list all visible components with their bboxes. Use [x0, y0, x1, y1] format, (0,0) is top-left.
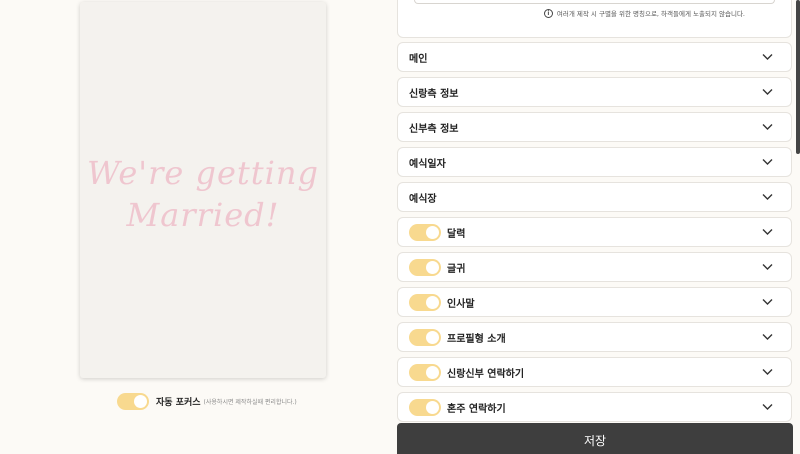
section-item[interactable]: 예식장: [397, 182, 792, 212]
section-toggle[interactable]: [409, 328, 441, 346]
section-label: 혼주 연락하기: [447, 403, 506, 415]
chevron-down-icon[interactable]: [762, 53, 773, 61]
section-item[interactable]: 메인: [397, 42, 792, 72]
info-icon: i: [543, 8, 553, 18]
section-item[interactable]: 신랑신부 연락하기: [397, 357, 792, 387]
section-label: 달력: [447, 228, 466, 240]
save-button[interactable]: 저장: [397, 423, 793, 454]
scrollbar[interactable]: [796, 0, 800, 154]
section-label: 신부측 정보: [409, 123, 459, 135]
section-item[interactable]: 인사말: [397, 287, 792, 317]
toggle-knob: [426, 225, 439, 239]
auto-focus-label: 자동 포커스: [156, 397, 201, 408]
section-label: 메인: [409, 53, 428, 65]
section-toggle[interactable]: [409, 398, 441, 416]
section-item[interactable]: 혼주 연락하기: [397, 392, 792, 422]
preview-script-line1: We're getting: [87, 154, 319, 192]
section-item[interactable]: 예식일자: [397, 147, 792, 177]
chevron-down-icon[interactable]: [762, 193, 773, 201]
section-label: 신랑측 정보: [409, 88, 459, 100]
chevron-down-icon[interactable]: [762, 403, 773, 411]
name-notice: i 여러개 제작 시 구별을 위한 명칭으로, 하객들에게 노출되지 않습니다.: [543, 8, 745, 18]
auto-focus-control: 자동 포커스 (사용하시면 제작하실때 편리합니다.): [117, 392, 297, 410]
editor-page: We're getting Married! 자동 포커스 (사용하시면 제작하…: [0, 0, 800, 454]
toggle-knob: [426, 295, 439, 309]
section-toggle[interactable]: [409, 363, 441, 381]
toggle-knob: [426, 400, 439, 414]
section-toggle[interactable]: [409, 293, 441, 311]
section-toggle[interactable]: [409, 258, 441, 276]
section-label: 신랑신부 연락하기: [447, 368, 525, 380]
preview-script-line2: Married!: [126, 196, 280, 234]
section-toggle[interactable]: [409, 223, 441, 241]
chevron-down-icon[interactable]: [762, 158, 773, 166]
chevron-down-icon[interactable]: [762, 228, 773, 236]
chevron-down-icon[interactable]: [762, 368, 773, 376]
section-item[interactable]: 달력: [397, 217, 792, 247]
name-field-card: i 여러개 제작 시 구별을 위한 명칭으로, 하객들에게 노출되지 않습니다.: [397, 0, 792, 38]
section-label: 프로필형 소개: [447, 333, 506, 345]
toggle-knob: [426, 330, 439, 344]
notice-text: 여러개 제작 시 구별을 위한 명칭으로, 하객들에게 노출되지 않습니다.: [556, 10, 745, 18]
invitation-name-input[interactable]: [414, 0, 775, 4]
section-item[interactable]: 신랑측 정보: [397, 77, 792, 107]
chevron-down-icon[interactable]: [762, 333, 773, 341]
section-item[interactable]: 신부측 정보: [397, 112, 792, 142]
auto-focus-toggle[interactable]: [117, 392, 149, 410]
toggle-knob: [426, 365, 439, 379]
section-label: 예식장: [409, 193, 437, 205]
chevron-down-icon[interactable]: [762, 88, 773, 96]
section-item[interactable]: 글귀: [397, 252, 792, 282]
chevron-down-icon[interactable]: [762, 263, 773, 271]
invitation-preview: We're getting Married!: [80, 2, 326, 378]
auto-focus-hint: (사용하시면 제작하실때 편리합니다.): [203, 398, 297, 406]
section-label: 인사말: [447, 298, 475, 310]
section-label: 예식일자: [409, 158, 446, 170]
toggle-knob: [134, 394, 147, 408]
chevron-down-icon[interactable]: [762, 123, 773, 131]
section-label: 글귀: [447, 263, 466, 275]
chevron-down-icon[interactable]: [762, 298, 773, 306]
toggle-knob: [426, 260, 439, 274]
section-item[interactable]: 프로필형 소개: [397, 322, 792, 352]
